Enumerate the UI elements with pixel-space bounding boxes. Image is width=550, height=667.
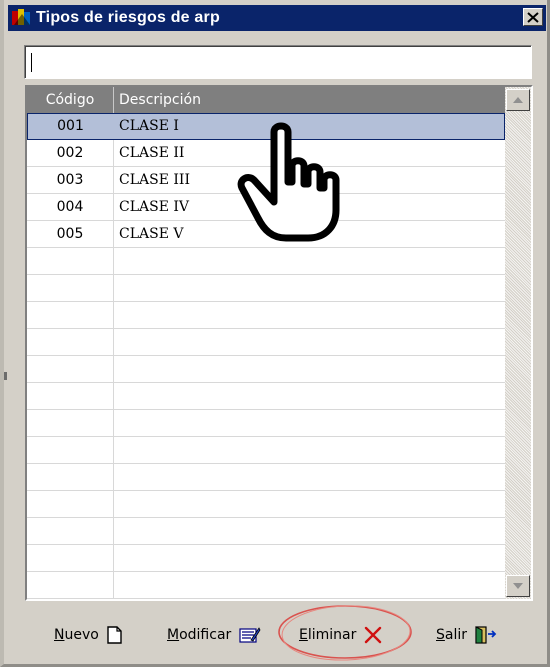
new-document-icon [107,626,122,644]
empty-table-row[interactable] [27,329,505,356]
cell-codigo [27,437,114,463]
cell-descripcion [114,356,505,382]
cell-descripcion [114,302,505,328]
cell-descripcion [114,518,505,544]
empty-table-row[interactable] [27,275,505,302]
cell-descripcion [114,545,505,571]
scroll-down-button[interactable] [506,575,530,597]
cell-descripcion [114,410,505,436]
annotation-oval [278,605,412,661]
new-button-label: Nuevo [54,627,99,643]
cell-codigo [27,248,114,274]
cell-descripcion [114,275,505,301]
cell-descripcion [114,437,505,463]
vertical-scrollbar[interactable] [505,87,531,599]
empty-table-row[interactable] [27,572,505,599]
cell-codigo: 005 [27,221,114,247]
cell-codigo [27,329,114,355]
dialog-window: Tipos de riesgos de arp Código Descripci… [0,0,550,667]
exit-button[interactable]: Salir [436,622,497,648]
cell-codigo [27,491,114,517]
empty-table-row[interactable] [27,410,505,437]
empty-table-row[interactable] [27,383,505,410]
close-icon [527,11,539,23]
empty-table-row[interactable] [27,518,505,545]
cell-descripcion [114,491,505,517]
scroll-up-icon [513,97,523,103]
cell-descripcion [114,464,505,490]
modify-button[interactable]: Modificar [167,622,261,648]
cell-descripcion [114,383,505,409]
empty-table-row[interactable] [27,545,505,572]
empty-table-row[interactable] [27,464,505,491]
empty-table-row[interactable] [27,248,505,275]
empty-table-row[interactable] [27,302,505,329]
cell-codigo [27,302,114,328]
cell-descripcion [114,329,505,355]
text-caret [31,53,32,72]
search-input-box[interactable] [24,45,532,79]
cell-codigo [27,275,114,301]
empty-table-row[interactable] [27,356,505,383]
window-title: Tipos de riesgos de arp [36,9,220,26]
cell-codigo [27,356,114,382]
cell-descripcion [114,572,505,598]
exit-button-label: Salir [436,627,468,643]
edit-icon [239,627,261,643]
column-header-codigo[interactable]: Código [27,87,114,113]
grid-header: Código Descripción [27,87,505,113]
empty-table-row[interactable] [27,491,505,518]
column-header-descripcion[interactable]: Descripción [114,87,505,113]
cell-codigo: 001 [57,118,84,134]
scroll-down-icon [513,583,523,589]
cell-codigo [27,410,114,436]
empty-table-row[interactable] [27,437,505,464]
cell-descripcion [114,248,505,274]
cell-codigo: 003 [27,167,114,193]
cell-codigo: 004 [27,194,114,220]
cell-codigo: 002 [27,140,114,166]
cell-codigo [27,518,114,544]
cell-codigo [27,572,114,598]
app-icon [12,9,30,25]
cell-codigo [27,464,114,490]
modify-button-label: Modificar [167,627,232,643]
search-input[interactable] [25,46,531,78]
pointer-hand-icon [237,122,340,242]
cell-codigo [27,545,114,571]
exit-door-icon [475,626,497,644]
cell-codigo [27,383,114,409]
close-button[interactable] [523,8,543,26]
new-button[interactable]: Nuevo [54,622,122,648]
scroll-up-button[interactable] [506,89,530,111]
window-edge-mark [4,372,7,380]
title-bar[interactable]: Tipos de riesgos de arp [8,5,546,31]
